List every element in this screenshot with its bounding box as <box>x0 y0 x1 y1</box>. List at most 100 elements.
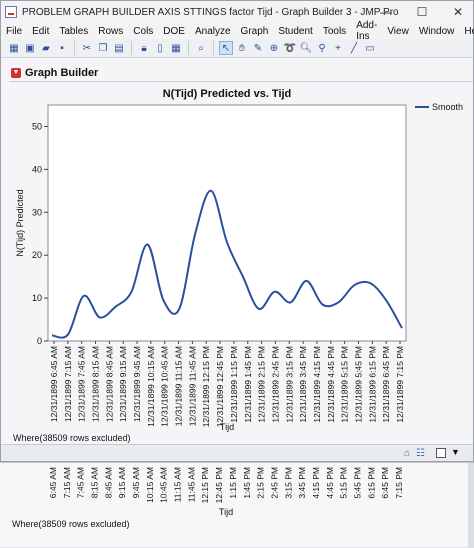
legend-label: Smooth <box>432 102 463 112</box>
menu-doe[interactable]: DOE <box>158 26 190 37</box>
menu-file[interactable]: File <box>1 26 27 37</box>
x-tick-label: 12/31/1899 8:15 AM <box>91 346 101 422</box>
x-tick-label: 12/31/1899 6:45 PM <box>381 346 391 423</box>
home-icon[interactable]: ⌂ <box>404 448 410 459</box>
x-tick-label: 12/31/1899 6:15 PM <box>367 346 377 423</box>
crosshair-icon[interactable]: ⊕ <box>267 41 281 55</box>
open-folder-icon[interactable]: ▰ <box>39 41 53 55</box>
menu-help[interactable]: Help <box>459 26 474 37</box>
ghost-x-tick-label: 3:45 PM <box>297 467 307 499</box>
open-icon[interactable]: ▣ <box>23 41 37 55</box>
annotate-icon[interactable]: ▭ <box>363 41 377 55</box>
menu-analyze[interactable]: Analyze <box>190 26 236 37</box>
status-bar: ⌂ ☷ ▼ <box>1 444 473 461</box>
table-layout-icon[interactable]: ☷ <box>416 448 425 459</box>
ghost-x-tick-label: 6:15 PM <box>366 467 376 499</box>
ghost-x-tick-label: 9:15 AM <box>117 467 127 498</box>
x-tick-label: 12/31/1899 11:15 AM <box>174 346 184 426</box>
new-data-table-icon[interactable]: ▦ <box>7 41 21 55</box>
ghost-x-tick-label: 1:15 PM <box>228 467 238 499</box>
ghost-x-tick-label: 4:45 PM <box>325 467 335 499</box>
red-triangle-menu-icon[interactable]: ▼ <box>11 68 21 78</box>
line-icon[interactable]: ╱ <box>347 41 361 55</box>
y-tick-label: 30 <box>32 207 42 217</box>
ghost-x-axis-label: Tijd <box>219 507 233 517</box>
ghost-x-tick-label: 4:15 PM <box>311 467 321 499</box>
scrollbar[interactable] <box>468 463 474 548</box>
where-note: Where(38509 rows excluded) <box>13 433 131 443</box>
x-tick-label: 12/31/1899 1:15 PM <box>229 346 239 423</box>
menu-cols[interactable]: Cols <box>128 26 158 37</box>
status-checkbox[interactable] <box>436 448 446 458</box>
ghost-x-tick-label: 1:45 PM <box>242 467 252 499</box>
x-tick-label: 12/31/1899 5:45 PM <box>353 346 363 423</box>
divider <box>9 81 473 82</box>
menu-student[interactable]: Student <box>273 26 317 37</box>
y-tick-label: 10 <box>32 293 42 303</box>
x-tick-label: 12/31/1899 6:45 AM <box>49 346 59 422</box>
y-tick-label: 50 <box>32 121 42 131</box>
menu-window[interactable]: Window <box>414 26 460 37</box>
ghost-x-tick-label: 10:15 AM <box>145 467 155 503</box>
magnifier-icon[interactable]: 🔍︎ <box>299 41 313 55</box>
menu-edit[interactable]: Edit <box>27 26 54 37</box>
x-tick-label: 12/31/1899 5:15 PM <box>340 346 350 423</box>
ghost-x-tick-label: 8:45 AM <box>103 467 113 498</box>
cut-icon[interactable]: ✂ <box>80 41 94 55</box>
ghost-x-tick-label: 5:15 PM <box>339 467 349 499</box>
grabber-icon[interactable]: ✋︎ <box>235 41 249 55</box>
ghost-x-tick-label: 11:45 AM <box>186 467 196 502</box>
y-tick-label: 40 <box>32 164 42 174</box>
plus-icon[interactable]: + <box>331 41 345 55</box>
chevron-down-icon[interactable]: ▼ <box>451 447 460 457</box>
menu-graph[interactable]: Graph <box>236 26 274 37</box>
maximize-icon[interactable]: ☐ <box>405 1 439 23</box>
ghost-x-tick-label: 5:45 PM <box>352 467 362 499</box>
ghost-x-tick-label: 11:15 AM <box>173 467 183 502</box>
menu-rows[interactable]: Rows <box>93 26 128 37</box>
x-tick-label: 12/31/1899 3:45 PM <box>298 346 308 423</box>
ghost-x-tick-label: 10:45 AM <box>159 467 169 503</box>
x-tick-label: 12/31/1899 7:15 PM <box>395 346 405 423</box>
background-window-fragment: 6:45 AM 7:15 AM 7:45 AM 8:15 AM 8:45 AM 9:15 … <box>0 462 474 548</box>
arrow-select-icon[interactable]: ↖ <box>219 41 233 55</box>
paste-icon[interactable]: ▤ <box>112 41 126 55</box>
ghost-x-tick-label: 6:45 AM <box>48 467 58 498</box>
x-tick-label: 12/31/1899 12:45 PM <box>215 346 225 427</box>
x-tick-label: 12/31/1899 10:45 AM <box>160 346 170 427</box>
toolbar: ▦ ▣ ▰ ▪ ✂ ❐ ▤ 🔒︎ ▯ ▦ ⌕ ↖ ✋︎ ✎ ⊕ ➰ 🔍︎ ⚲ +… <box>1 39 473 58</box>
copy-icon[interactable]: ❐ <box>96 41 110 55</box>
menu-view[interactable]: View <box>382 26 414 37</box>
y-tick-label: 0 <box>37 336 42 346</box>
ghost-x-tick-label: 7:15 PM <box>394 467 404 499</box>
close-icon[interactable]: ✕ <box>441 1 474 23</box>
ghost-x-tick-label: 6:45 PM <box>380 467 390 499</box>
menu-tables[interactable]: Tables <box>54 26 93 37</box>
ghost-axis: 6:45 AM 7:15 AM 7:45 AM 8:15 AM 8:45 AM 9:15 … <box>48 467 404 517</box>
menu-tools[interactable]: Tools <box>318 26 351 37</box>
x-tick-label: 12/31/1899 4:45 PM <box>326 346 336 423</box>
ghost-x-tick-label: 7:15 AM <box>62 467 72 498</box>
document-icon[interactable]: ▯ <box>153 41 167 55</box>
x-tick-label: 12/31/1899 9:45 AM <box>132 346 142 422</box>
menu-bar: File Edit Tables Rows Cols DOE Analyze Graph Stu… <box>1 20 474 42</box>
where-note-ghost: Where(38509 rows excluded) <box>12 519 130 529</box>
save-icon[interactable]: ▪ <box>55 41 69 55</box>
brush-icon[interactable]: ✎ <box>251 41 265 55</box>
title-bar[interactable]: PROBLEM GRAPH BUILDER AXIS STTINGS facto… <box>1 1 473 23</box>
ghost-x-tick-label: 12:45 PM <box>214 467 224 503</box>
x-tick-label: 12/31/1899 11:45 AM <box>187 346 197 426</box>
zoom-icon[interactable]: ⚲ <box>315 41 329 55</box>
x-tick-label: 12/31/1899 2:15 PM <box>257 346 267 423</box>
data-grid-icon[interactable]: ▦ <box>169 41 183 55</box>
x-tick-label: 12/31/1899 4:15 PM <box>312 346 322 423</box>
lock-icon[interactable]: 🔒︎ <box>137 41 151 55</box>
ghost-x-tick-label: 9:45 AM <box>131 467 141 498</box>
ghost-x-tick-label: 7:45 AM <box>76 467 86 498</box>
x-tick-label: 12/31/1899 1:45 PM <box>243 346 253 423</box>
lasso-icon[interactable]: ➰ <box>283 41 297 55</box>
report-header-label: Graph Builder <box>25 67 99 79</box>
graph-builder-window: PROBLEM GRAPH BUILDER AXIS STTINGS facto… <box>0 0 474 462</box>
search-icon[interactable]: ⌕ <box>194 41 208 55</box>
ghost-x-tick-label: 8:15 AM <box>90 467 100 498</box>
